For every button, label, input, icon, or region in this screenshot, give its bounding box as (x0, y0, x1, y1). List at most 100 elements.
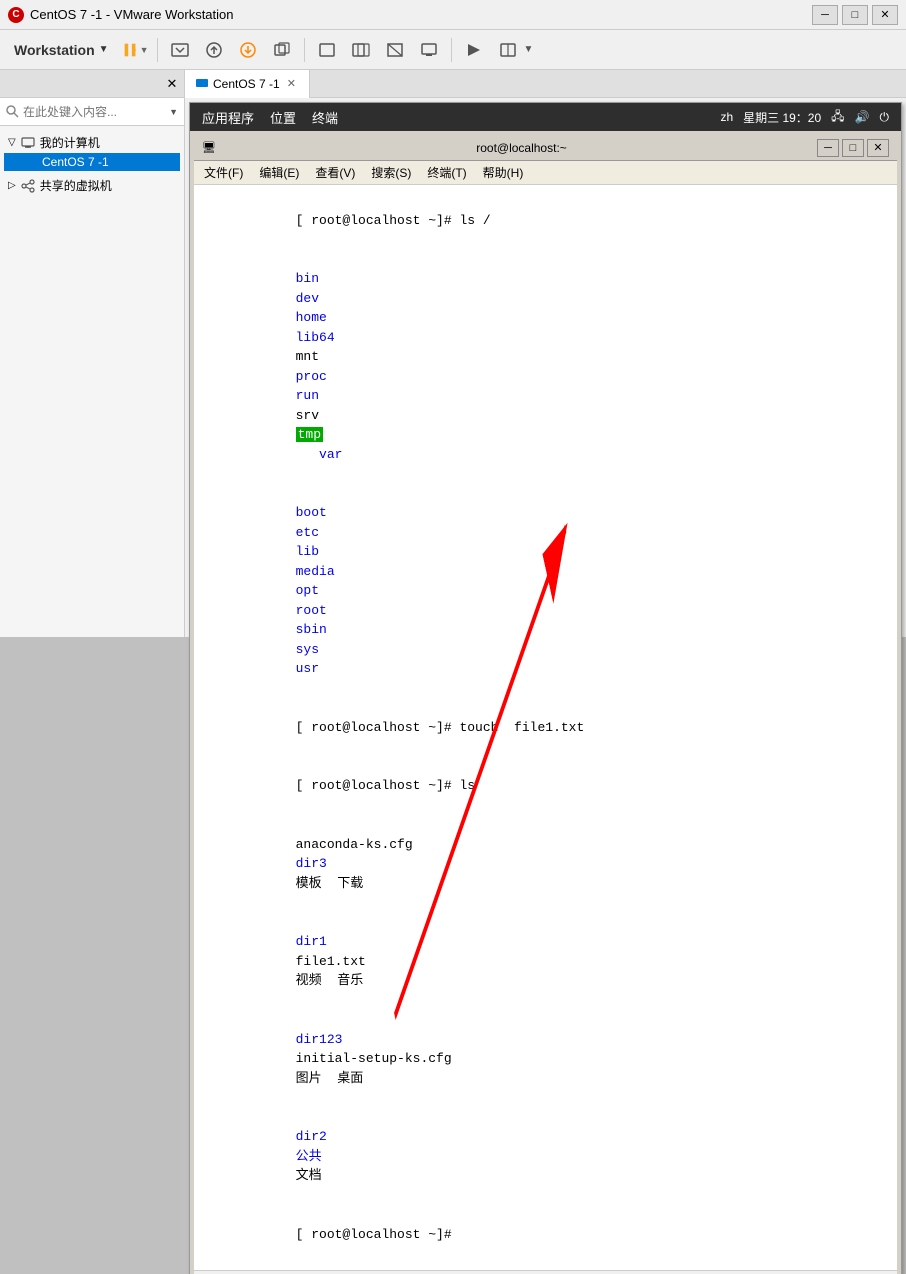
sidebar-header: ✕ (0, 70, 184, 98)
ls-dir3: dir3 (296, 856, 483, 871)
tab-vm-icon (195, 77, 209, 91)
vm-item-label: CentOS 7 -1 (42, 155, 109, 169)
terminal-line-8: dir123 initial-setup-ks.cfg 图片 桌面 (202, 1010, 889, 1108)
ls-usr: usr (296, 661, 319, 676)
status-bar: https://blog.csdn.net/cyx1834265118 (194, 1270, 897, 1274)
terminal-line-1: [ root@localhost ~]# ls / (202, 191, 889, 250)
power-icon[interactable]: ⏻ (880, 110, 890, 125)
gnome-lang: zh (720, 110, 733, 124)
content-area: ✕ ▼ ▽ 我的计算机 CentOS 7 -1 ▷ (0, 70, 906, 637)
shared-header[interactable]: ▷ 共享的虚拟机 (4, 175, 180, 196)
menu-view[interactable]: 查看(V) (309, 162, 361, 183)
toolbar-separator-2 (304, 38, 305, 62)
toolbar-icon-6[interactable] (347, 36, 375, 64)
workstation-dropdown-icon: ▼ (99, 44, 109, 55)
toolbar-icon-4[interactable] (268, 36, 296, 64)
toolbar-icon-7[interactable] (381, 36, 409, 64)
toolbar-icon-9[interactable] (460, 36, 488, 64)
close-button[interactable]: ✕ (872, 5, 898, 25)
app-icon: C (8, 7, 24, 23)
sidebar-item-centos[interactable]: CentOS 7 -1 (4, 153, 180, 171)
maximize-button[interactable]: □ (842, 5, 868, 25)
shared-section: ▷ 共享的虚拟机 (4, 175, 180, 196)
terminal-line-6: anaconda-ks.cfg dir3 模板 下载 (202, 815, 889, 913)
ls-media: media (296, 564, 351, 579)
search-icon (6, 105, 19, 118)
ls-lib: lib (296, 544, 343, 559)
collapse-icon: ▽ (8, 137, 16, 148)
menu-help[interactable]: 帮助(H) (477, 162, 530, 183)
workstation-menu[interactable]: Workstation ▼ (8, 38, 115, 62)
ls-srv: srv (296, 408, 343, 423)
prompt-final: [ root@localhost ~]# (296, 1227, 460, 1242)
ls-dir1: dir1 (296, 934, 436, 949)
gnome-apps[interactable]: 应用程序 (202, 108, 254, 127)
search-dropdown-icon[interactable]: ▼ (169, 107, 178, 117)
gnome-terminal-menu[interactable]: 终端 (312, 108, 338, 127)
ls-home: home (296, 310, 343, 325)
ls-template: 模板 下载 (296, 876, 364, 891)
ls-initial: initial-setup-ks.cfg (296, 1051, 483, 1066)
ls-video: 视频 音乐 (296, 973, 364, 988)
main-toolbar: Workstation ▼ ▼ ▼ (0, 30, 906, 70)
terminal-content[interactable]: [ root@localhost ~]# ls / bin dev home l… (194, 185, 897, 1270)
terminal-line-10: [ root@localhost ~]# (202, 1205, 889, 1264)
ls-public: 公共 (296, 1149, 478, 1164)
menu-file[interactable]: 文件(F) (198, 162, 249, 183)
tab-close-button[interactable]: ✕ (284, 76, 299, 91)
terminal-close-btn[interactable]: ✕ (867, 139, 889, 157)
pause-button[interactable]: ▼ (121, 36, 149, 64)
ls-lib64: lib64 (296, 330, 351, 345)
gnome-places[interactable]: 位置 (270, 108, 296, 127)
toolbar-icon-1[interactable] (166, 36, 194, 64)
sidebar-close-button[interactable]: ✕ (164, 76, 180, 92)
computer-icon (20, 135, 36, 151)
terminal-line-9: dir2 公共 文档 (202, 1108, 889, 1206)
ls-run: run (296, 388, 343, 403)
ls-sys: sys (296, 642, 343, 657)
my-computer-header[interactable]: ▽ 我的计算机 (4, 132, 180, 153)
ls-proc: proc (296, 369, 351, 384)
ls-etc: etc (296, 525, 343, 540)
vm-tab-centos[interactable]: CentOS 7 -1 ✕ (185, 70, 310, 98)
title-bar: C CentOS 7 -1 - VMware Workstation ─ □ ✕ (0, 0, 906, 30)
toolbar-icon-3[interactable] (234, 36, 262, 64)
terminal-line-7: dir1 file1.txt 视频 音乐 (202, 913, 889, 1011)
network-icon[interactable]: 🖧 (831, 107, 844, 128)
menu-terminal[interactable]: 终端(T) (421, 162, 472, 183)
toolbar-dropdown[interactable]: ▼ (524, 44, 534, 55)
ls-sbin: sbin (296, 622, 343, 637)
search-input[interactable] (23, 105, 165, 119)
prompt-touch: [ root@localhost ~]# touch file1.txt (296, 720, 585, 735)
prompt-ls: [ root@localhost ~]# ls (296, 778, 475, 793)
terminal-titlebar: 🖥 root@localhost:~ ─ □ ✕ (194, 135, 897, 161)
gnome-datetime: 星期三 19：20 (743, 109, 821, 126)
menu-edit[interactable]: 编辑(E) (253, 162, 305, 183)
ls-file1: file1.txt (296, 954, 483, 969)
ls-tmp: tmp (296, 427, 323, 442)
terminal-minimize-btn[interactable]: ─ (817, 139, 839, 157)
share-icon (20, 178, 36, 194)
menu-search[interactable]: 搜索(S) (365, 162, 417, 183)
workstation-label: Workstation (14, 42, 95, 58)
toolbar-icon-5[interactable] (313, 36, 341, 64)
ls-boot: boot (296, 505, 343, 520)
toolbar-icon-2[interactable] (200, 36, 228, 64)
sidebar-search[interactable]: ▼ (0, 98, 184, 126)
sidebar: ✕ ▼ ▽ 我的计算机 CentOS 7 -1 ▷ (0, 70, 185, 637)
sound-icon[interactable]: 🔊 (855, 110, 870, 124)
gnome-right: zh 星期三 19：20 🖧 🔊 ⏻ (720, 107, 889, 128)
terminal-line-5: [ root@localhost ~]# ls (202, 757, 889, 816)
toolbar-icon-10[interactable] (494, 36, 522, 64)
toolbar-icon-8[interactable] (415, 36, 443, 64)
terminal-maximize-btn[interactable]: □ (842, 139, 864, 157)
my-computer-section: ▽ 我的计算机 CentOS 7 -1 (4, 132, 180, 171)
ls-dir2: dir2 (296, 1129, 436, 1144)
minimize-button[interactable]: ─ (812, 5, 838, 25)
terminal-line-3: boot etc lib media opt root sbin sys usr (202, 484, 889, 699)
terminal-line-4: [ root@localhost ~]# touch file1.txt (202, 698, 889, 757)
ls-mnt: mnt (296, 349, 343, 364)
toolbar-separator-1 (157, 38, 158, 62)
ls-anaconda: anaconda-ks.cfg (296, 837, 429, 852)
status-url: https://blog.csdn.net/cyx1834265118 (711, 1273, 889, 1274)
